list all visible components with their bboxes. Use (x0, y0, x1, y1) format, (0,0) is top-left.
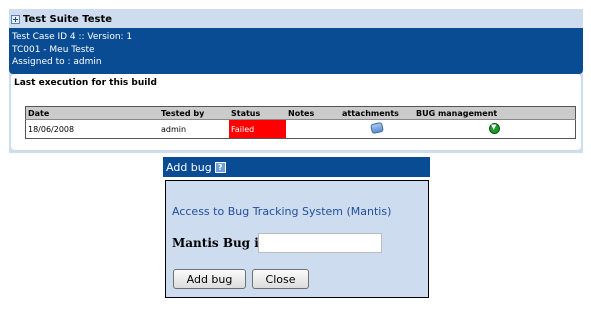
table-row: 18/06/2008 admin Failed (25, 119, 576, 139)
row-status-badge: Failed (229, 119, 286, 139)
close-button[interactable]: Close (252, 269, 309, 289)
bug-add-icon[interactable] (489, 122, 500, 134)
column-tested-by: Tested by (159, 106, 229, 120)
last-execution-box: Last execution for this build Date Teste… (11, 74, 581, 150)
bug-id-input[interactable] (258, 233, 382, 253)
test-suite-title: Test Suite Teste (23, 13, 113, 25)
add-bug-titlebar: Add bug ? (163, 157, 430, 177)
column-bug-management: BUG management (414, 106, 576, 120)
test-case-info: Test Case ID 4 :: Version: 1 TC001 - Meu… (9, 28, 583, 74)
attachment-icon[interactable] (370, 121, 384, 135)
add-bug-dialog: Access to Bug Tracking System (Mantis) M… (165, 180, 429, 298)
row-date: 18/06/2008 (25, 119, 159, 139)
test-case-id: Test Case ID 4 :: Version: 1 (12, 32, 133, 42)
bug-tracking-link[interactable]: Access to Bug Tracking System (Mantis) (172, 205, 391, 218)
execution-table: Date Tested by Status Notes attachments … (25, 106, 576, 139)
column-status: Status (229, 106, 286, 120)
test-case-name: TC001 - Meu Teste (12, 44, 95, 55)
row-tested-by: admin (159, 119, 229, 139)
expand-toggle-icon[interactable] (11, 14, 20, 24)
column-notes: Notes (286, 106, 340, 120)
column-date: Date (25, 106, 159, 120)
test-case-assigned: Assigned to : admin (12, 57, 102, 67)
row-notes (286, 119, 340, 139)
add-bug-button[interactable]: Add bug (173, 269, 246, 289)
test-case-panel: Test Suite Teste Test Case ID 4 :: Versi… (9, 9, 583, 153)
column-attachments: attachments (340, 106, 414, 120)
row-attachments (340, 119, 414, 139)
last-execution-title: Last execution for this build (14, 78, 157, 88)
row-bug-management (414, 119, 576, 139)
execution-table-header: Date Tested by Status Notes attachments … (25, 106, 576, 120)
test-suite-header: Test Suite Teste (9, 12, 583, 26)
help-icon[interactable]: ? (214, 161, 226, 173)
add-bug-title: Add bug (166, 160, 212, 174)
bug-id-label: Mantis Bug id (172, 236, 268, 250)
